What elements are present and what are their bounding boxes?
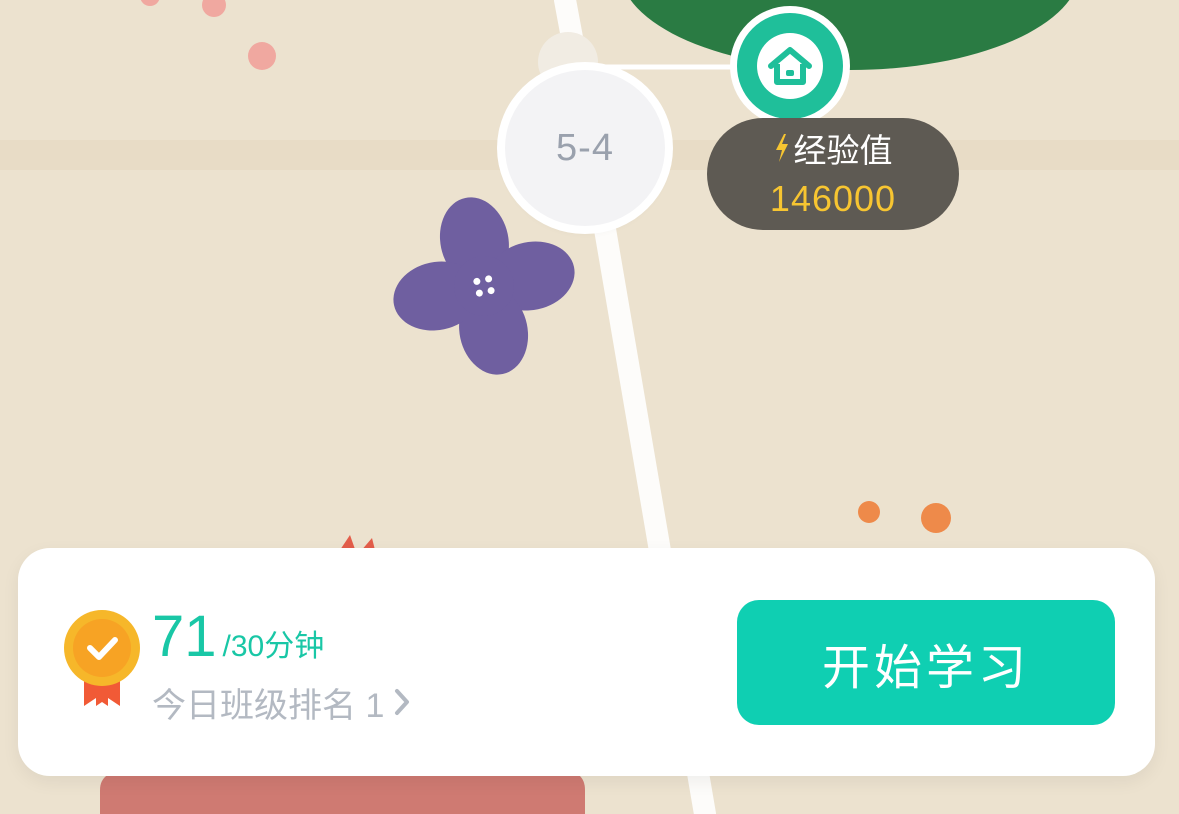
salmon-hill [100, 770, 585, 814]
level-label: 5-4 [556, 126, 614, 169]
home-button-disc [757, 33, 823, 99]
lightning-icon [775, 134, 788, 162]
daily-goal: 30分钟 [230, 630, 325, 663]
chevron-right-icon [395, 689, 410, 715]
experience-badge: 经验值 146000 [707, 118, 959, 230]
medal-check-icon [64, 610, 140, 706]
dot [140, 0, 160, 6]
home-button[interactable] [730, 6, 850, 126]
class-rank-link[interactable]: 今日班级排名 1 [152, 680, 410, 725]
green-hill [630, 0, 1070, 70]
study-time-stat: 71 / 30分钟 [152, 606, 324, 668]
study-minutes: 71 [152, 604, 217, 669]
dot [921, 503, 951, 533]
house-icon [768, 47, 812, 85]
dot [202, 0, 226, 17]
experience-label-row: 经验值 [707, 128, 959, 169]
dot [858, 501, 880, 523]
experience-label: 经验值 [793, 132, 893, 169]
level-node[interactable]: 5-4 [505, 70, 665, 226]
dot [248, 42, 276, 70]
class-rank-text: 今日班级排名 1 [152, 686, 385, 725]
start-study-button[interactable]: 开始学习 [737, 600, 1115, 725]
home-button-ring [737, 13, 843, 119]
study-card: 71 / 30分钟 今日班级排名 1 开始学习 [18, 548, 1155, 776]
goal-separator: / [222, 630, 231, 663]
experience-value: 146000 [769, 178, 897, 219]
